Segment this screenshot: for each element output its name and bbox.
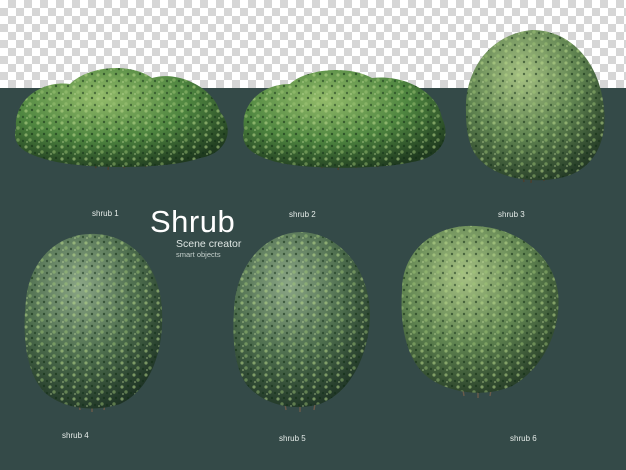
shrub-5-image — [233, 232, 370, 412]
title-block: Shrub Scene creator smart objects — [150, 204, 242, 260]
shrub-3-label: shrub 3 — [498, 210, 525, 219]
shrub-6-label: shrub 6 — [510, 434, 537, 443]
shrub-6-image — [401, 225, 559, 398]
shrub-3-image — [465, 30, 605, 184]
main-title: Shrub — [150, 204, 236, 239]
subtitle: Scene creator — [176, 238, 242, 250]
shrub-4-image — [24, 233, 163, 412]
shrub-illustrations — [15, 30, 605, 412]
shrub-2-label: shrub 2 — [289, 210, 316, 219]
shrub-1-image — [15, 67, 228, 171]
shrub-5-label: shrub 5 — [279, 434, 306, 443]
shrub-4-label: shrub 4 — [62, 431, 89, 440]
shrub-1-label: shrub 1 — [92, 209, 119, 218]
tagline: smart objects — [176, 250, 221, 259]
shrub-2-image — [243, 70, 446, 171]
